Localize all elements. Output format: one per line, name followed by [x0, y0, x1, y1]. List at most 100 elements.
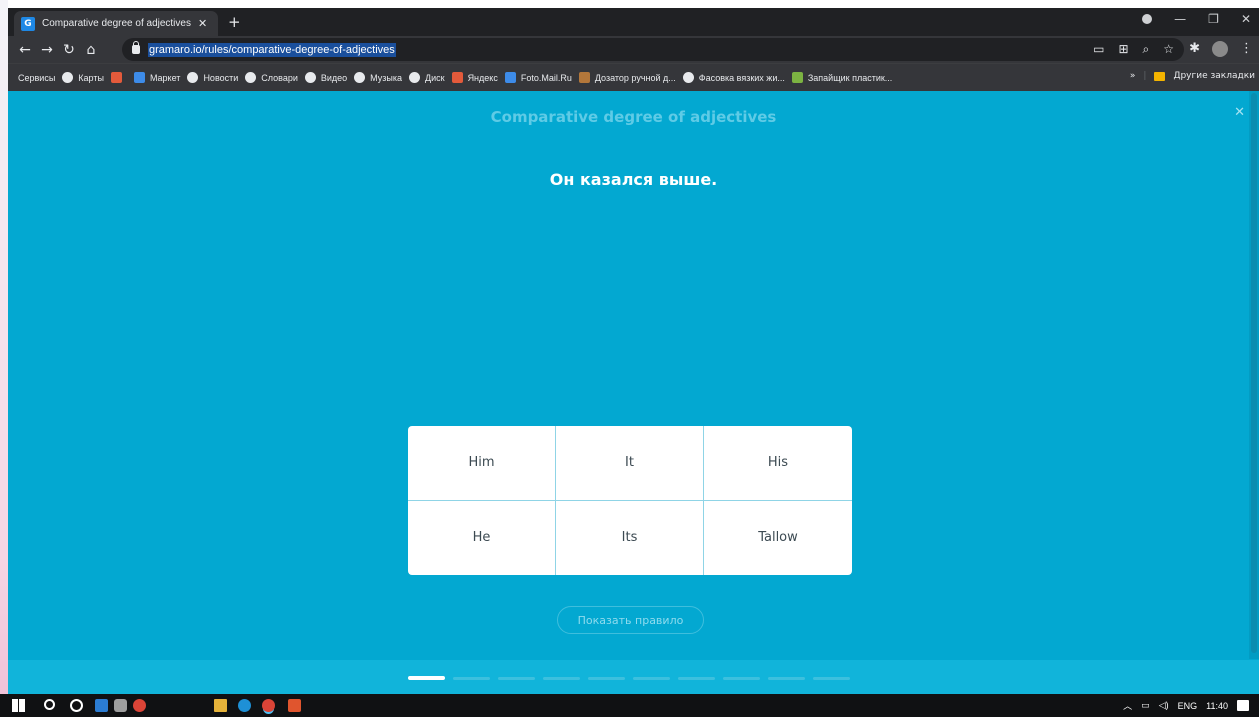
progress-segment [408, 676, 445, 680]
system-tray: ︿ ▭ ◁) ENG 11:40 [1123, 699, 1249, 712]
new-tab-icon[interactable]: + [228, 13, 241, 31]
site-icon [578, 72, 590, 83]
app-icon[interactable] [114, 699, 127, 712]
profile-indicator-icon[interactable] [1142, 14, 1153, 24]
browser-toolbar: ← → ↻ ⌂ gramaro.io/rules/comparative-deg… [8, 36, 1259, 63]
browser-tab[interactable]: G Comparative degree of adjectives ✕ [14, 11, 218, 36]
globe-icon [682, 72, 694, 83]
notifications-icon[interactable] [1237, 700, 1249, 711]
progress-segment [588, 677, 625, 680]
option-button[interactable]: Its [556, 500, 704, 575]
edge-icon[interactable] [238, 699, 251, 712]
cast-icon[interactable]: ▭ [1093, 42, 1104, 57]
progress-segment [768, 677, 805, 680]
paint-icon[interactable] [288, 699, 301, 712]
bookmark-yandex[interactable]: Яндекс [451, 72, 498, 83]
volume-icon[interactable]: ◁) [1159, 700, 1169, 711]
search-icon[interactable] [44, 699, 55, 710]
url-text[interactable]: gramaro.io/rules/comparative-degree-of-a… [148, 42, 396, 57]
minimize-icon[interactable]: — [1174, 12, 1186, 26]
cortana-icon[interactable] [70, 699, 83, 712]
zoom-icon[interactable]: ⌕ [1143, 42, 1150, 57]
skype-icon[interactable] [95, 699, 108, 712]
windows-taskbar: ︿ ▭ ◁) ENG 11:40 [0, 694, 1259, 717]
file-explorer-icon[interactable] [214, 699, 227, 712]
tab-title: Comparative degree of adjectives [42, 18, 191, 29]
globe-icon [187, 72, 199, 83]
other-bookmarks[interactable]: Другие закладки [1173, 71, 1255, 81]
mail-icon [504, 72, 516, 83]
yandex-icon [451, 72, 463, 83]
language-indicator[interactable]: ENG [1178, 701, 1198, 711]
progress-segment [633, 677, 670, 680]
lock-icon[interactable] [132, 41, 140, 54]
bookmark-sealer[interactable]: Запайщик пластик... [791, 72, 892, 83]
omnibox-actions: ▭ ⊞ ⌕ ☆ [1093, 42, 1174, 57]
bookmarks-bar: Сервисы Карты Маркет Новости Словари Вид… [8, 63, 1259, 548]
bookmarks-right: » | Другие закладки [1129, 71, 1255, 81]
option-button[interactable]: It [556, 426, 704, 501]
globe-icon [354, 72, 366, 83]
back-icon[interactable]: ← [14, 42, 36, 58]
chrome-icon[interactable] [133, 699, 146, 712]
chrome-active-icon[interactable] [262, 699, 275, 712]
progress-segment [723, 677, 760, 680]
bookmark-dispenser[interactable]: Дозатор ручной д... [578, 72, 676, 83]
bookmark-packing[interactable]: Фасовка вязких жи... [682, 72, 785, 83]
bookmark-news[interactable]: Новости [187, 72, 238, 83]
site-icon [791, 72, 803, 83]
restore-icon[interactable]: ❐ [1208, 12, 1219, 26]
bookmark-services[interactable]: Сервисы [18, 73, 852, 548]
globe-icon [304, 72, 316, 83]
answer-options: Him It His He Its Tallow [408, 426, 852, 575]
windows-start-icon[interactable] [12, 699, 25, 712]
bookmark-icon-only[interactable] [110, 72, 127, 83]
gramaro-favicon-icon: G [21, 16, 35, 31]
avatar[interactable] [1212, 41, 1228, 57]
clock[interactable]: 11:40 [1206, 701, 1228, 711]
translate-icon[interactable]: ⊞ [1118, 42, 1128, 57]
desktop-edge [0, 0, 8, 694]
globe-icon [62, 72, 74, 83]
forward-icon[interactable]: → [36, 42, 58, 58]
bookmark-dictionaries[interactable]: Словари [245, 72, 298, 83]
menu-icon[interactable]: ⋮ [1240, 41, 1253, 57]
show-rule-button[interactable]: Показать правило [557, 606, 704, 634]
bookmark-foto-mail[interactable]: Foto.Mail.Ru [504, 72, 572, 83]
yandex-icon [110, 72, 122, 83]
tray-chevron-icon[interactable]: ︿ [1123, 699, 1132, 712]
address-bar[interactable]: gramaro.io/rules/comparative-degree-of-a… [122, 38, 1184, 61]
bookmark-music[interactable]: Музыка [354, 72, 402, 83]
progress-segment [813, 677, 850, 680]
window-controls: — ❐ ✕ [1142, 12, 1251, 26]
close-window-icon[interactable]: ✕ [1241, 12, 1251, 26]
bookmark-maps[interactable]: Карты [62, 72, 104, 83]
lesson-page: ✕ Comparative degree of adjectives Он ка… [8, 91, 1259, 694]
prompt-sentence: Он казался выше. [549, 170, 718, 189]
progress-segment [498, 677, 535, 680]
reload-icon[interactable]: ↻ [58, 42, 80, 58]
option-button[interactable]: He [408, 500, 556, 575]
progress-segment [453, 677, 490, 680]
bookmarks-overflow-icon[interactable]: » [1130, 71, 1136, 81]
globe-icon [409, 72, 420, 83]
folder-icon [1154, 71, 1166, 81]
network-icon[interactable]: ▭ [1141, 700, 1150, 711]
lesson-title: Comparative degree of adjectives [490, 108, 777, 126]
option-button[interactable]: Him [408, 426, 556, 501]
extensions-icon[interactable]: ✱ [1189, 41, 1200, 57]
tab-close-icon[interactable]: ✕ [198, 17, 207, 30]
home-icon[interactable]: ⌂ [80, 42, 102, 58]
toolbar-right: ✱ ⋮ [1189, 41, 1253, 57]
bookmark-market[interactable]: Маркет [133, 72, 180, 83]
progress-band [8, 660, 1259, 694]
progress-segment [543, 677, 580, 680]
screen: G Comparative degree of adjectives ✕ + —… [0, 0, 1259, 717]
option-button[interactable]: His [704, 426, 852, 501]
progress-segment [678, 677, 715, 680]
bookmark-video[interactable]: Видео [304, 72, 347, 83]
option-button[interactable]: Tallow [704, 501, 852, 576]
market-icon [133, 72, 145, 83]
bookmark-disk[interactable]: Диск [409, 72, 445, 83]
bookmark-star-icon[interactable]: ☆ [1163, 42, 1174, 57]
